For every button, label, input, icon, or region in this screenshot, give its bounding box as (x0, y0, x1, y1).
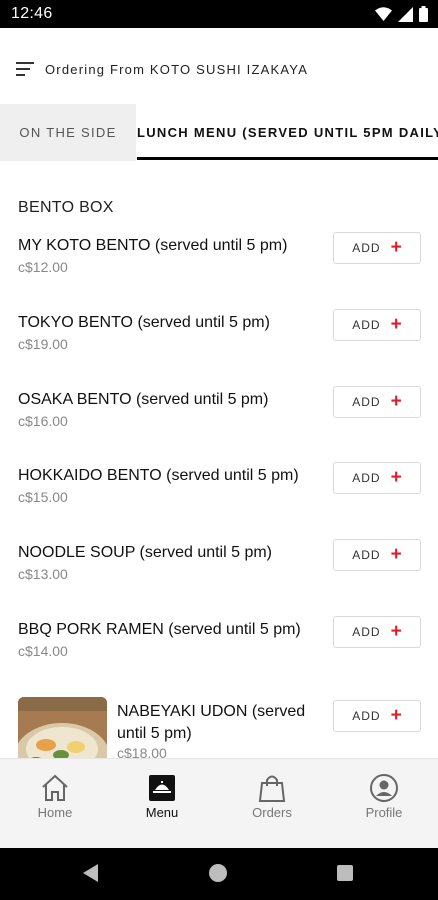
item-price: c$15.00 (18, 489, 68, 505)
item-price: c$16.00 (18, 413, 68, 429)
status-icons (375, 6, 428, 22)
item-price: c$14.00 (18, 643, 68, 659)
header-title[interactable]: Ordering From KOTO SUSHI IZAKAYA (45, 62, 308, 77)
add-button-label: ADD (352, 709, 381, 723)
profile-icon (370, 774, 398, 802)
menu-item[interactable]: OSAKA BENTO (served until 5 pm) c$16.00 … (0, 386, 438, 455)
system-nav-bar (0, 848, 438, 900)
status-time: 12:46 (11, 5, 53, 22)
plus-icon: + (390, 705, 402, 726)
item-price: c$13.00 (18, 566, 68, 582)
add-button[interactable]: ADD + (333, 462, 421, 494)
menu-item[interactable]: TOKYO BENTO (served until 5 pm) c$19.00 … (0, 309, 438, 378)
active-tab-indicator (137, 157, 438, 160)
menu-item[interactable]: BBQ PORK RAMEN (served until 5 pm) c$14.… (0, 616, 438, 685)
battery-icon (419, 6, 428, 22)
add-button[interactable]: ADD + (333, 309, 421, 341)
add-button-label: ADD (352, 318, 381, 332)
menu-item[interactable]: MY KOTO BENTO (served until 5 pm) c$12.0… (0, 232, 438, 301)
shopping-bag-icon (258, 775, 286, 802)
tab-on-the-side[interactable]: ON THE SIDE (0, 104, 136, 161)
nav-home[interactable]: Home (0, 759, 110, 849)
recents-icon[interactable] (337, 865, 353, 881)
food-photo[interactable] (18, 697, 107, 758)
nav-label: Profile (365, 805, 403, 820)
home-icon (42, 774, 68, 801)
item-name: MY KOTO BENTO (served until 5 pm) (18, 237, 288, 254)
add-button[interactable]: ADD + (333, 700, 421, 732)
item-price: c$19.00 (18, 336, 68, 352)
signal-icon (398, 6, 413, 22)
plus-icon: + (390, 544, 402, 565)
back-icon[interactable] (82, 864, 100, 882)
menu-item[interactable]: HOKKAIDO BENTO (served until 5 pm) c$15.… (0, 462, 438, 531)
bottom-nav: Home Menu Orders Profile (0, 758, 438, 848)
add-button[interactable]: ADD + (333, 616, 421, 648)
plus-icon: + (390, 314, 402, 335)
item-price: c$18.00 (117, 745, 167, 758)
add-button-label: ADD (352, 241, 381, 255)
nav-label: Orders (252, 805, 292, 820)
nav-label: Menu (145, 805, 179, 820)
item-name: HOKKAIDO BENTO (served until 5 pm) (18, 467, 299, 484)
add-button-label: ADD (352, 625, 381, 639)
menu-item[interactable]: NABEYAKI UDON (served until 5 pm) c$18.0… (0, 697, 438, 758)
nav-orders[interactable]: Orders (217, 759, 327, 849)
item-name: BBQ PORK RAMEN (served until 5 pm) (18, 621, 301, 638)
item-name: OSAKA BENTO (served until 5 pm) (18, 391, 269, 408)
app-header: Ordering From KOTO SUSHI IZAKAYA (0, 28, 438, 104)
add-button-label: ADD (352, 395, 381, 409)
item-name: NOODLE SOUP (served until 5 pm) (18, 544, 273, 561)
menu-list[interactable]: BENTO BOX MY KOTO BENTO (served until 5 … (0, 161, 438, 758)
item-name: NABEYAKI UDON (served until 5 pm) (117, 703, 306, 742)
nav-profile[interactable]: Profile (329, 759, 438, 849)
add-button[interactable]: ADD + (333, 232, 421, 264)
nav-menu[interactable]: Menu (107, 759, 217, 849)
plus-icon: + (390, 391, 402, 412)
add-button[interactable]: ADD + (333, 386, 421, 418)
category-tab-bar: ON THE SIDE LUNCH MENU (SERVED UNTIL 5PM… (0, 104, 438, 161)
item-price: c$12.00 (18, 259, 68, 275)
plus-icon: + (390, 621, 402, 642)
menu-icon (149, 775, 175, 801)
section-title: BENTO BOX (18, 199, 114, 216)
status-bar: 12:46 (0, 0, 438, 28)
add-button-label: ADD (352, 548, 381, 562)
hamburger-menu-icon[interactable] (16, 62, 34, 76)
plus-icon: + (390, 467, 402, 488)
add-button-label: ADD (352, 471, 381, 485)
add-button[interactable]: ADD + (333, 539, 421, 571)
item-name: TOKYO BENTO (served until 5 pm) (18, 314, 270, 331)
wifi-icon (375, 7, 392, 21)
plus-icon: + (390, 237, 402, 258)
menu-item[interactable]: NOODLE SOUP (served until 5 pm) c$13.00 … (0, 539, 438, 608)
home-circle-icon[interactable] (209, 864, 227, 882)
tab-lunch-menu[interactable]: LUNCH MENU (SERVED UNTIL 5PM DAILY) (136, 104, 438, 161)
nav-label: Home (37, 805, 73, 820)
